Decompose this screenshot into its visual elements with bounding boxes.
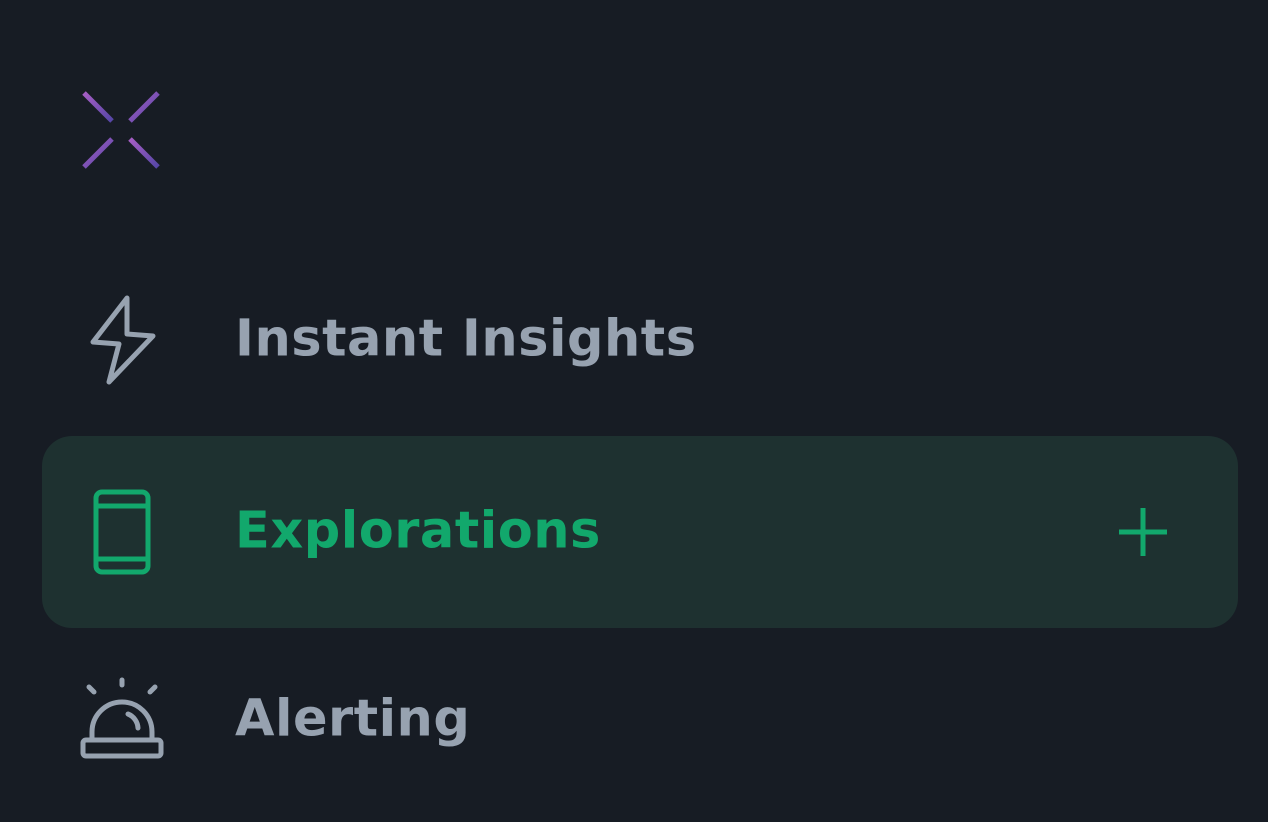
sidebar-item-alerting[interactable]: Alerting (42, 624, 1238, 816)
sidebar-item-label: Explorations (235, 501, 601, 561)
siren-bell-icon (80, 672, 164, 768)
mobile-device-icon (80, 484, 164, 580)
sidebar-item-explorations[interactable]: Explorations (42, 436, 1238, 628)
sidebar-item-instant-insights[interactable]: Instant Insights (42, 244, 1238, 436)
lightning-bolt-icon (80, 292, 164, 388)
sidebar-item-label: Alerting (235, 689, 471, 749)
plus-icon (1119, 508, 1167, 556)
sidebar-item-label: Instant Insights (235, 309, 697, 369)
sidebar: Instant Insights Explorations Alerting (0, 0, 1268, 822)
brand-logo-icon[interactable] (70, 79, 172, 181)
add-exploration-button[interactable] (1112, 501, 1174, 563)
